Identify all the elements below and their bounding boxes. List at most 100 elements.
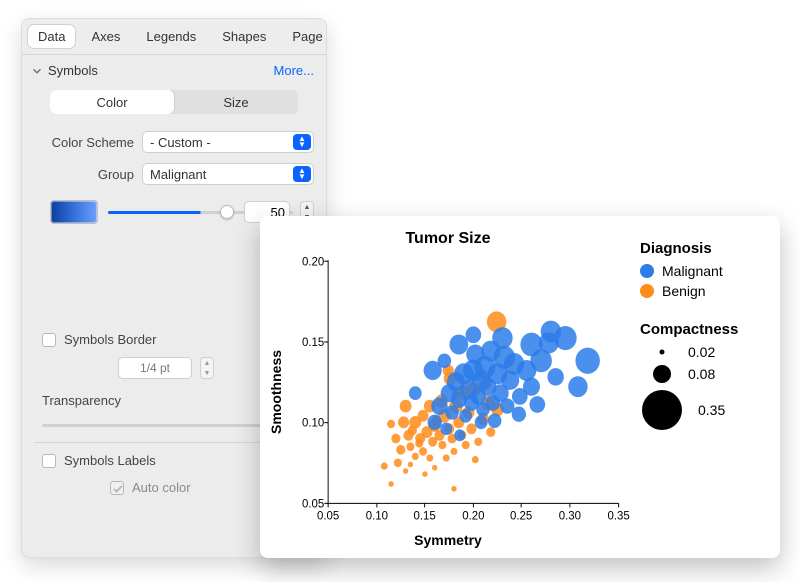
svg-text:0.20: 0.20 bbox=[302, 254, 325, 268]
data-point bbox=[388, 481, 393, 487]
section-more-link[interactable]: More... bbox=[274, 63, 314, 78]
legend-dot-malignant-icon bbox=[640, 264, 654, 278]
data-point bbox=[512, 407, 526, 422]
y-axis-label: Smoothness bbox=[264, 250, 288, 534]
tab-data[interactable]: Data bbox=[28, 25, 75, 48]
data-point bbox=[406, 442, 414, 451]
panel-tabs: Data Axes Legends Shapes Page bbox=[22, 19, 326, 55]
auto-color-label: Auto color bbox=[132, 480, 191, 495]
color-scheme-value: - Custom - bbox=[150, 135, 211, 150]
data-point bbox=[387, 420, 395, 429]
x-axis-label: Symmetry bbox=[264, 532, 632, 548]
section-title: Symbols bbox=[48, 63, 274, 78]
symbols-border-label: Symbols Border bbox=[64, 332, 156, 347]
data-point bbox=[422, 471, 427, 477]
auto-color-checkbox bbox=[110, 481, 124, 495]
legend-dot-benign-icon bbox=[640, 284, 654, 298]
data-point bbox=[449, 334, 468, 354]
legend-item-benign: Benign bbox=[640, 283, 764, 299]
data-point bbox=[575, 348, 599, 374]
data-point bbox=[466, 423, 476, 434]
tab-shapes[interactable]: Shapes bbox=[212, 25, 276, 48]
data-point bbox=[523, 378, 540, 396]
data-point bbox=[462, 441, 470, 450]
svg-text:0.15: 0.15 bbox=[302, 335, 325, 349]
data-point bbox=[451, 486, 456, 492]
border-size-select[interactable]: 1/4 pt bbox=[118, 357, 192, 379]
data-point bbox=[547, 368, 563, 386]
tab-page[interactable]: Page bbox=[282, 25, 327, 48]
legend-item-malignant: Malignant bbox=[640, 263, 764, 279]
svg-text:0.25: 0.25 bbox=[510, 508, 533, 522]
data-point bbox=[381, 462, 388, 469]
segment-size[interactable]: Size bbox=[174, 90, 298, 114]
svg-text:0.10: 0.10 bbox=[302, 415, 325, 429]
data-point bbox=[454, 429, 465, 441]
symbols-labels-label: Symbols Labels bbox=[64, 453, 156, 468]
data-point bbox=[459, 409, 472, 423]
plot-area: Tumor Size Smoothness 0.05 0.10 0.15 0.2… bbox=[264, 230, 632, 548]
svg-text:0.35: 0.35 bbox=[607, 508, 630, 522]
symbols-section-header: Symbols More... bbox=[22, 55, 326, 84]
size-dot-medium-icon bbox=[640, 362, 674, 386]
data-point bbox=[408, 426, 417, 436]
size-dot-small-icon bbox=[640, 345, 674, 359]
data-point bbox=[492, 327, 512, 349]
group-value: Malignant bbox=[150, 167, 206, 182]
data-point bbox=[412, 453, 419, 460]
svg-text:0.10: 0.10 bbox=[366, 508, 389, 522]
segment-color[interactable]: Color bbox=[50, 90, 174, 114]
svg-text:0.30: 0.30 bbox=[559, 508, 582, 522]
data-point bbox=[443, 454, 450, 461]
data-point bbox=[432, 465, 437, 471]
data-point bbox=[396, 445, 405, 455]
data-point bbox=[568, 376, 587, 397]
data-point bbox=[472, 456, 479, 463]
size-legend-large: 0.35 bbox=[640, 388, 764, 432]
data-point bbox=[408, 462, 413, 468]
dropdown-arrows-icon: ▲▼ bbox=[293, 166, 311, 182]
size-legend-small: 0.02 bbox=[640, 344, 764, 360]
data-point bbox=[398, 416, 409, 428]
data-point bbox=[539, 332, 559, 353]
data-point bbox=[488, 413, 502, 428]
svg-text:0.20: 0.20 bbox=[462, 508, 485, 522]
data-point bbox=[438, 441, 446, 450]
group-label: Group bbox=[34, 167, 134, 182]
color-size-segment: Color Size bbox=[50, 90, 298, 114]
data-point bbox=[403, 468, 408, 474]
data-point bbox=[475, 415, 488, 429]
tab-legends[interactable]: Legends bbox=[136, 25, 206, 48]
slider-thumb[interactable] bbox=[220, 205, 234, 219]
chart-card: Tumor Size Smoothness 0.05 0.10 0.15 0.2… bbox=[260, 216, 780, 558]
data-point bbox=[486, 427, 495, 437]
color-swatch[interactable] bbox=[50, 200, 98, 224]
transparency-label: Transparency bbox=[42, 393, 121, 408]
data-point bbox=[440, 422, 452, 435]
symbols-border-checkbox[interactable] bbox=[42, 333, 56, 347]
svg-text:0.15: 0.15 bbox=[413, 508, 436, 522]
data-point bbox=[466, 326, 482, 343]
symbols-labels-checkbox[interactable] bbox=[42, 454, 56, 468]
size-legend-title: Compactness bbox=[640, 321, 764, 338]
group-row: Group Malignant ▲▼ bbox=[22, 158, 326, 190]
color-slider[interactable] bbox=[108, 202, 234, 222]
data-point bbox=[394, 459, 402, 468]
legend-title: Diagnosis bbox=[640, 240, 764, 257]
legend-label-benign: Benign bbox=[662, 283, 706, 299]
data-point bbox=[529, 396, 545, 413]
size-legend-label: 0.08 bbox=[688, 366, 715, 382]
size-legend-label: 0.35 bbox=[698, 402, 725, 418]
color-scheme-select[interactable]: - Custom - ▲▼ bbox=[142, 131, 314, 153]
data-point bbox=[400, 400, 412, 413]
color-scheme-row: Color Scheme - Custom - ▲▼ bbox=[22, 126, 326, 158]
size-legend-label: 0.02 bbox=[688, 344, 715, 360]
dropdown-arrows-icon: ▲▼ bbox=[293, 134, 311, 150]
group-select[interactable]: Malignant ▲▼ bbox=[142, 163, 314, 185]
tab-axes[interactable]: Axes bbox=[81, 25, 130, 48]
scatter-plot: 0.05 0.10 0.15 0.20 0.05 0.10 0.15 0.2 bbox=[288, 250, 632, 534]
chevron-down-icon[interactable] bbox=[30, 64, 44, 78]
data-point bbox=[474, 437, 482, 446]
chart-legend: Diagnosis Malignant Benign Compactness 0… bbox=[632, 230, 768, 548]
border-size-stepper[interactable]: ▲▼ bbox=[200, 357, 214, 379]
